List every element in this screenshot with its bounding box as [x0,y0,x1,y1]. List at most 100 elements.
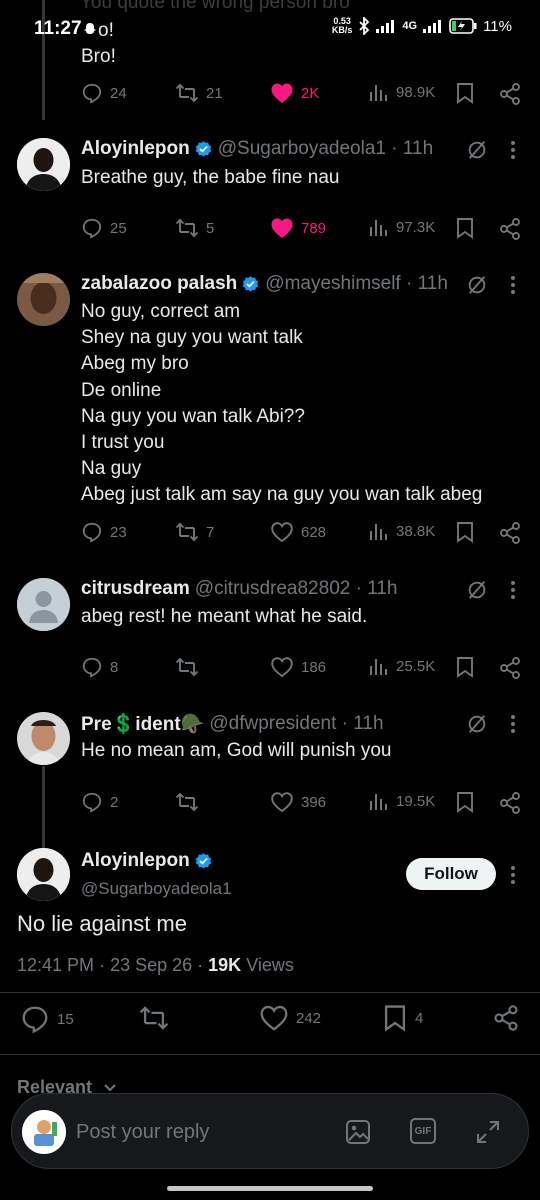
handle-and-time[interactable]: @dfwpresident · 11h [209,713,383,735]
more-options-icon[interactable] [510,714,516,734]
bookmark-button[interactable] [455,521,475,543]
avatar[interactable] [17,273,70,326]
signal-icon-2 [423,20,442,33]
handle-and-time[interactable]: @citrusdrea82802 · 11h [195,578,398,600]
share-icon [500,83,520,105]
battery-percent: 11% [483,17,512,35]
reply-icon [82,792,102,813]
previous-tweet-actions: 24 21 2K 98.9K [0,82,540,108]
expand-icon[interactable] [475,1119,501,1145]
repost-button[interactable] [138,1004,170,1032]
more-options-icon[interactable] [510,275,516,295]
reply-icon [82,218,102,239]
reply-button[interactable]: 8 [81,656,118,678]
view-count[interactable]: 19K [208,955,241,975]
reply-icon [82,657,102,678]
views-button[interactable]: 25.5K [369,656,435,676]
like-button[interactable]: 2K [270,82,319,104]
grok-icon[interactable] [466,274,488,296]
display-name[interactable]: Pre💲ident🪖 [81,712,204,736]
default-avatar[interactable] [17,578,70,631]
more-options-icon[interactable] [510,140,516,160]
previous-tweet-text: Bro! [81,46,116,67]
previous-tweet-ghost-text: You quote the wrong person bro [80,0,350,13]
avatar[interactable] [17,712,70,765]
battery-icon [449,18,477,34]
repost-button[interactable] [175,791,199,813]
avatar[interactable] [17,138,70,191]
repost-icon [139,1006,169,1030]
display-name[interactable]: Aloyinlepon [81,138,190,160]
share-button[interactable] [498,217,522,241]
bookmark-button[interactable] [455,656,475,678]
bookmark-button[interactable] [455,791,475,813]
repost-button[interactable] [175,656,199,678]
repost-button[interactable]: 7 [175,521,214,543]
main-tweet-header: Aloyinlepon [81,850,213,872]
reply-button[interactable]: 23 [81,521,127,543]
views-button[interactable]: 38.8K [369,521,435,541]
verified-badge-icon [243,275,259,292]
views-button[interactable]: 98.9K [369,82,435,102]
gif-icon[interactable]: GIF [410,1118,436,1144]
network-speed: 0.53 KB/s [331,16,353,35]
reply-button[interactable]: 24 [81,82,127,104]
repost-icon [175,218,199,238]
reply-composer[interactable]: Post your reply GIF [11,1093,529,1169]
share-button[interactable] [498,791,522,815]
heart-filled-icon [271,218,293,238]
repost-button[interactable]: 21 [175,82,223,104]
reply-actions: 25 5 789 97.3K [0,217,540,243]
reply-input[interactable]: Post your reply [76,1121,209,1144]
heart-filled-icon [271,83,293,103]
tweet-time[interactable]: 12:41 PM [17,955,94,975]
image-icon[interactable] [345,1119,371,1145]
bookmark-icon [457,522,473,543]
home-indicator[interactable] [167,1186,373,1191]
bookmark-button[interactable] [455,217,475,239]
views-button[interactable]: 19.5K [369,791,435,811]
reply-button[interactable]: 15 [20,1004,74,1034]
follow-button[interactable]: Follow [406,858,496,890]
bluetooth-icon [359,17,370,35]
bookmark-button[interactable]: 4 [382,1004,423,1032]
bookmark-button[interactable] [455,82,475,104]
more-options-icon[interactable] [510,865,516,885]
avatar[interactable] [17,848,70,901]
main-tweet-handle[interactable]: @Sugarboyadeola1 [81,879,232,899]
share-button[interactable] [498,656,522,680]
reply-button[interactable]: 25 [81,217,127,239]
reply-button[interactable]: 2 [81,791,118,813]
like-button[interactable]: 242 [259,1004,321,1032]
like-button[interactable]: 789 [270,217,326,239]
main-tweet-meta: 12:41 PM · 23 Sep 26 · 19K Views [17,955,294,975]
reply-icon [22,1006,48,1034]
main-tweet-text: No lie against me [17,911,187,936]
reply-header: Aloyinlepon @Sugarboyadeola1 · 11h [81,138,433,160]
grok-icon[interactable] [466,579,488,601]
like-button[interactable]: 396 [270,791,326,813]
share-button[interactable] [492,1004,520,1032]
display-name[interactable]: citrusdream [81,578,190,600]
grok-icon[interactable] [466,139,488,161]
handle-and-time[interactable]: @Sugarboyadeola1 · 11h [218,138,433,160]
views-button[interactable]: 97.3K [369,217,435,237]
reply-actions: 8 186 25.5K [0,656,540,682]
more-options-icon[interactable] [510,580,516,600]
main-tweet-actions: 15 242 4 [0,1004,540,1034]
like-button[interactable]: 186 [270,656,326,678]
handle-and-time[interactable]: @mayeshimself · 11h [265,273,448,295]
tweet-date[interactable]: 23 Sep 26 [110,955,192,975]
repost-icon [175,83,199,103]
bookmark-icon [457,657,473,678]
repost-icon [175,792,199,812]
share-button[interactable] [498,82,522,106]
share-button[interactable] [498,521,522,545]
grok-icon[interactable] [466,713,488,735]
display-name[interactable]: Aloyinlepon [81,850,190,872]
repost-button[interactable]: 5 [175,217,214,239]
heart-icon [271,522,293,543]
heart-icon [260,1005,288,1031]
display-name[interactable]: zabalazoo palash [81,273,237,295]
like-button[interactable]: 628 [270,521,326,543]
